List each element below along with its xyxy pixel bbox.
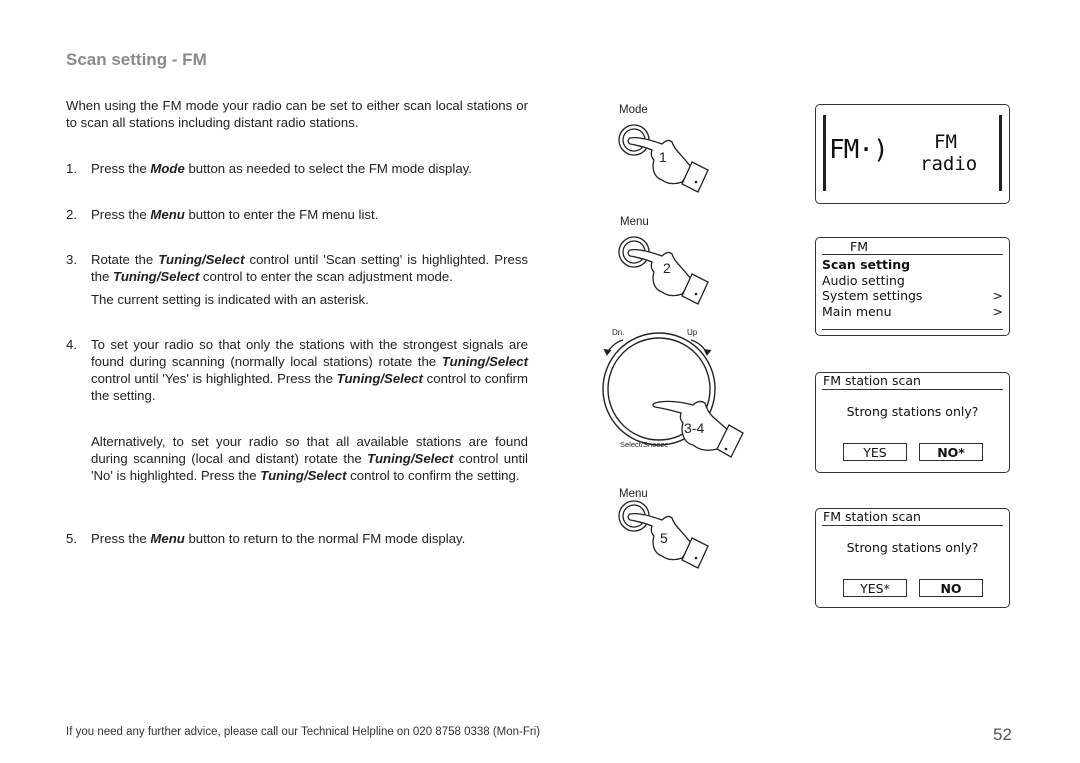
lcd-bar-right xyxy=(999,115,1002,191)
step-4: 4. To set your radio so that only the st… xyxy=(66,336,528,404)
step-1: 1. Press the Mode button as needed to se… xyxy=(66,160,528,177)
lcd-bar-left xyxy=(823,115,826,191)
step-number: 4. xyxy=(66,337,77,352)
scan-header: FM station scan xyxy=(822,509,1003,526)
lcd-fm-menu: FM Scan setting Audio setting System set… xyxy=(815,237,1010,336)
menu-header: FM xyxy=(822,238,1003,255)
radio-label: radio xyxy=(920,153,978,175)
step-text: Press the Mode button as needed to selec… xyxy=(91,161,472,176)
hand-pressing-button-icon xyxy=(618,236,709,305)
menu-button-illustration: Menu 2 xyxy=(600,212,720,307)
step-4-alternative: Alternatively, to set your radio so that… xyxy=(66,433,528,484)
step-3: 3. Rotate the Tuning/Select control unti… xyxy=(66,251,528,308)
intro-paragraph: When using the FM mode your radio can be… xyxy=(66,98,528,130)
scan-header: FM station scan xyxy=(822,373,1003,390)
step-text: Rotate the Tuning/Select control until '… xyxy=(91,252,529,284)
step-text: Press the Menu button to return to the n… xyxy=(91,531,466,546)
page-title: Scan setting - FM xyxy=(66,50,207,69)
yes-option[interactable]: YES xyxy=(843,443,907,461)
step-text: To set your radio so that only the stati… xyxy=(91,337,528,403)
step-5: 5. Press the Menu button to return to th… xyxy=(66,530,528,547)
chevron-right-icon: > xyxy=(992,303,1003,319)
step-number: 5. xyxy=(66,531,77,546)
step-2-marker: 2 xyxy=(663,260,671,276)
menu-list: Scan setting Audio setting System settin… xyxy=(822,257,1003,319)
lcd-scan-no-selected: FM station scan Strong stations only? YE… xyxy=(815,372,1010,473)
hand-pressing-button-icon xyxy=(618,124,709,193)
menu-button-illustration-step5: Menu 5 xyxy=(600,484,720,579)
step-3-4-marker: 3-4 xyxy=(684,420,705,436)
scan-question: Strong stations only? xyxy=(846,404,979,419)
dial-select-snooze-label: Select/Snooze xyxy=(620,440,669,449)
helpline-footer: If you need any further advice, please c… xyxy=(66,726,541,738)
scan-question: Strong stations only? xyxy=(846,540,979,555)
lcd-divider xyxy=(822,329,1003,330)
step-note: The current setting is indicated with an… xyxy=(91,292,369,307)
tuning-dial-illustration: Dn. Up 3-4 Select/Snooze xyxy=(595,325,755,470)
step-5-marker: 5 xyxy=(660,530,668,546)
step-number: 3. xyxy=(66,252,77,267)
yes-option[interactable]: YES* xyxy=(843,579,907,597)
step-2: 2. Press the Menu button to enter the FM… xyxy=(66,206,528,223)
fm-label: FM xyxy=(934,131,957,153)
lcd-scan-yes-current: FM station scan Strong stations only? YE… xyxy=(815,508,1010,608)
step-number: 2. xyxy=(66,207,77,222)
fm-radio-icon: FM·) xyxy=(829,135,889,165)
menu-item-system-settings[interactable]: System settings > xyxy=(822,288,1003,304)
chevron-right-icon: > xyxy=(992,288,1003,303)
lcd-fm-mode-display: FM·) FM radio xyxy=(815,104,1010,204)
mode-button-illustration: Mode 1 xyxy=(600,100,720,195)
step-text: Alternatively, to set your radio so that… xyxy=(91,434,528,483)
hand-turning-dial-icon xyxy=(602,332,744,458)
menu-item-audio-setting[interactable]: Audio setting xyxy=(822,273,1003,289)
no-option[interactable]: NO xyxy=(919,579,983,597)
step-1-marker: 1 xyxy=(659,149,667,165)
page-number: 52 xyxy=(993,725,1012,744)
step-number: 1. xyxy=(66,161,77,176)
menu-item-scan-setting[interactable]: Scan setting xyxy=(822,257,1003,273)
menu-item-main-menu[interactable]: Main menu > xyxy=(822,304,1003,320)
no-option[interactable]: NO* xyxy=(919,443,983,461)
step-text: Press the Menu button to enter the FM me… xyxy=(91,207,379,222)
